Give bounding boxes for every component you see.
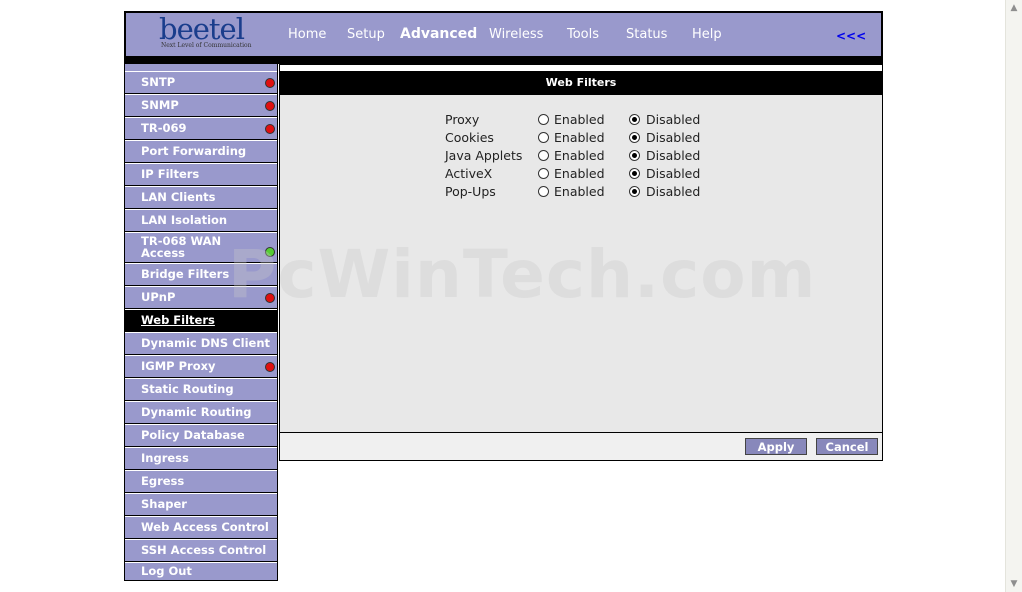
red-status-dot-icon (265, 362, 275, 372)
pop-ups-disabled-label[interactable]: Disabled (646, 184, 700, 199)
panel-title: Web Filters (280, 71, 882, 95)
panel-footer: Apply Cancel (280, 432, 882, 460)
collapse-back-link[interactable]: <<< (836, 13, 866, 56)
sidebar-item-label: IP Filters (141, 167, 200, 181)
sidebar-item-dynamic-routing[interactable]: Dynamic Routing (125, 401, 277, 424)
beetel-logo: beetel Next Level of Communication (159, 12, 252, 49)
logo-wordmark: beetel (159, 12, 245, 46)
sidebar-item-egress[interactable]: Egress (125, 470, 277, 493)
sidebar-item-tr-069[interactable]: TR-069 (125, 117, 277, 140)
proxy-disabled-label[interactable]: Disabled (646, 112, 700, 127)
sidebar-item-log-out[interactable]: Log Out (125, 562, 277, 581)
sidebar-item-label: LAN Isolation (141, 213, 228, 227)
sidebar-item-label: LAN Clients (141, 190, 216, 204)
cookies-enabled-radio[interactable] (538, 132, 549, 143)
sidebar-item-dynamic-dns-client[interactable]: Dynamic DNS Client (125, 332, 277, 355)
sidebar-item-igmp-proxy[interactable]: IGMP Proxy (125, 355, 277, 378)
proxy-disabled-radio[interactable] (629, 114, 640, 125)
sidebar-item-snmp[interactable]: SNMP (125, 94, 277, 117)
sidebar-item-static-routing[interactable]: Static Routing (125, 378, 277, 401)
sidebar-item-label: TR-068 WAN Access (141, 234, 222, 260)
nav-tools[interactable]: Tools (567, 13, 599, 56)
nav-help[interactable]: Help (692, 13, 722, 56)
filter-label: Proxy (445, 112, 480, 127)
sidebar-item-web-access-control[interactable]: Web Access Control (125, 516, 277, 539)
sidebar-item-label: Log Out (141, 564, 192, 578)
nav-status[interactable]: Status (626, 13, 667, 56)
red-status-dot-icon (265, 101, 275, 111)
scroll-up-arrow-icon[interactable]: ▲ (1006, 0, 1022, 16)
red-status-dot-icon (265, 293, 275, 303)
sidebar-item-label: Egress (141, 474, 185, 488)
activex-disabled-label[interactable]: Disabled (646, 166, 700, 181)
scroll-down-arrow-icon[interactable]: ▼ (1006, 576, 1022, 592)
filter-label: Cookies (445, 130, 494, 145)
sidebar-item-label: Dynamic Routing (141, 405, 252, 419)
web-filters-panel: Web Filters Proxy Enabled Disabled Cookies E… (279, 64, 883, 461)
cookies-disabled-radio[interactable] (629, 132, 640, 143)
proxy-enabled-radio[interactable] (538, 114, 549, 125)
java-applets-disabled-label[interactable]: Disabled (646, 148, 700, 163)
filter-label: ActiveX (445, 166, 493, 181)
apply-button[interactable]: Apply (745, 438, 807, 455)
sidebar-item-ip-filters[interactable]: IP Filters (125, 163, 277, 186)
cookies-enabled-label[interactable]: Enabled (554, 130, 605, 145)
activex-enabled-label[interactable]: Enabled (554, 166, 605, 181)
sidebar-item-label: Static Routing (141, 382, 234, 396)
page-scrollbar[interactable]: ▲ ▼ (1005, 0, 1022, 592)
sidebar-item-upnp[interactable]: UPnP (125, 286, 277, 309)
sidebar-item-label: Ingress (141, 451, 189, 465)
sidebar-item-label: TR-069 (141, 121, 187, 135)
sidebar-item-label: IGMP Proxy (141, 359, 216, 373)
filter-label: Pop-Ups (445, 184, 496, 199)
red-status-dot-icon (265, 78, 275, 88)
sidebar-item-label: SNMP (141, 98, 179, 112)
nav-wireless[interactable]: Wireless (489, 13, 543, 56)
proxy-enabled-label[interactable]: Enabled (554, 112, 605, 127)
sidebar-item-port-forwarding[interactable]: Port Forwarding (125, 140, 277, 163)
pop-ups-disabled-radio[interactable] (629, 186, 640, 197)
java-applets-enabled-label[interactable]: Enabled (554, 148, 605, 163)
sidebar-item-bridge-filters[interactable]: Bridge Filters (125, 263, 277, 286)
sidebar-item-ingress[interactable]: Ingress (125, 447, 277, 470)
nav-setup[interactable]: Setup (347, 13, 385, 56)
sidebar-item-ssh-access-control[interactable]: SSH Access Control (125, 539, 277, 562)
cookies-disabled-label[interactable]: Disabled (646, 130, 700, 145)
logo-tagline: Next Level of Communication (161, 42, 252, 49)
sidebar-item-label: Dynamic DNS Client (141, 336, 270, 350)
sidebar-item-label: Web Access Control (141, 520, 269, 534)
java-applets-enabled-radio[interactable] (538, 150, 549, 161)
filter-label: Java Applets (445, 148, 523, 163)
green-status-dot-icon (265, 247, 275, 257)
java-applets-disabled-radio[interactable] (629, 150, 640, 161)
red-status-dot-icon (265, 124, 275, 134)
nav-advanced[interactable]: Advanced (400, 13, 477, 56)
sidebar-item-label: Policy Database (141, 428, 245, 442)
pop-ups-enabled-radio[interactable] (538, 186, 549, 197)
sidebar-item-label: SSH Access Control (141, 543, 267, 557)
top-header: beetel Next Level of Communication Home … (124, 11, 883, 58)
sidebar-item-sntp[interactable]: SNTP (125, 71, 277, 94)
sidebar-menu: SNTP SNMP TR-069 Port Forwarding IP Filters L… (124, 64, 278, 581)
sidebar-item-label: Web Filters (141, 313, 215, 327)
sidebar-item-lan-clients[interactable]: LAN Clients (125, 186, 277, 209)
sidebar-item-lan-isolation[interactable]: LAN Isolation (125, 209, 277, 232)
pop-ups-enabled-label[interactable]: Enabled (554, 184, 605, 199)
sidebar-item-shaper[interactable]: Shaper (125, 493, 277, 516)
sidebar-item-label: Port Forwarding (141, 144, 247, 158)
sidebar-item-label: Shaper (141, 497, 187, 511)
sidebar-item-policy-database[interactable]: Policy Database (125, 424, 277, 447)
activex-disabled-radio[interactable] (629, 168, 640, 179)
activex-enabled-radio[interactable] (538, 168, 549, 179)
sidebar-item-web-filters[interactable]: Web Filters (125, 309, 277, 332)
nav-home[interactable]: Home (288, 13, 326, 56)
sidebar-item-tr-068-wan-access[interactable]: TR-068 WAN Access (125, 232, 277, 263)
sidebar-item-label: UPnP (141, 290, 176, 304)
cancel-button[interactable]: Cancel (816, 438, 878, 455)
sidebar-item-label: SNTP (141, 75, 176, 89)
sidebar-item-label: Bridge Filters (141, 267, 230, 281)
